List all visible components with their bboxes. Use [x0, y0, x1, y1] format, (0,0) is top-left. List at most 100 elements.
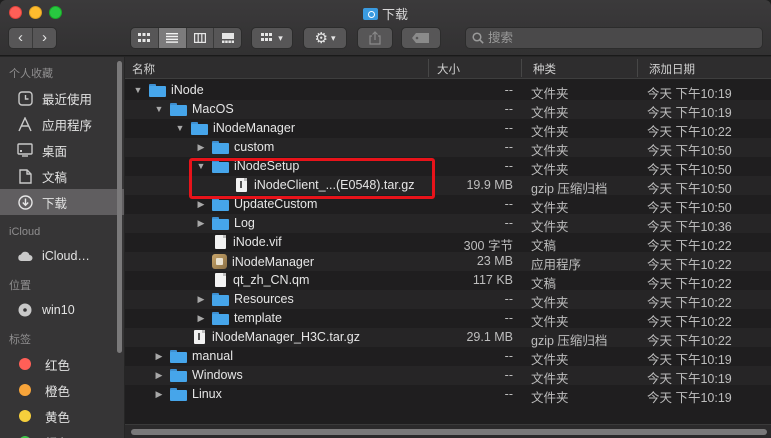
table-row[interactable]: ▼ iNode -- 文件夹 今天 下午10:19: [125, 81, 771, 101]
sidebar-item-tag-yellow[interactable]: 黄色: [0, 403, 124, 429]
document-icon: [215, 273, 226, 287]
sidebar-item-label: 桌面: [42, 144, 68, 159]
applications-icon: [16, 116, 34, 132]
column-header: 名称 大小 种类 添加日期: [125, 57, 771, 79]
sidebar-item-downloads[interactable]: 下载: [0, 189, 124, 215]
column-divider[interactable]: [637, 59, 638, 77]
file-name-cell: ▶ Windows: [153, 368, 243, 382]
sidebar-item-label: 下载: [42, 196, 68, 211]
file-name: qt_zh_CN.qm: [233, 273, 310, 287]
sidebar-item-label: 绿色: [45, 433, 70, 438]
sidebar-item-applications[interactable]: 应用程序: [0, 111, 124, 137]
sidebar-item-win10[interactable]: win10: [0, 297, 124, 323]
table-row[interactable]: ▶ Windows -- 文件夹 今天 下午10:19: [125, 366, 771, 386]
share-icon: [369, 31, 381, 45]
column-divider[interactable]: [521, 59, 522, 77]
disclosure-closed-icon[interactable]: ▶: [195, 294, 207, 305]
file-name: Windows: [192, 368, 243, 382]
folder-icon: [212, 311, 229, 325]
disclosure-open-icon[interactable]: ▼: [153, 104, 165, 114]
table-row[interactable]: qt_zh_CN.qm 117 KB 文稿 今天 下午10:22: [125, 271, 771, 291]
sidebar-item-tag-green[interactable]: 绿色: [0, 429, 124, 438]
gallery-icon: [221, 33, 234, 43]
file-size: --: [504, 102, 513, 116]
sidebar-item-tag-red[interactable]: 红色: [0, 351, 124, 377]
list-view-button[interactable]: [157, 28, 186, 48]
view-mode-group: [130, 27, 242, 49]
archive-icon: [194, 330, 205, 344]
table-row[interactable]: ▶ UpdateCustom -- 文件夹 今天 下午10:50: [125, 195, 771, 215]
table-row[interactable]: ▶ Linux -- 文件夹 今天 下午10:19: [125, 385, 771, 405]
gallery-view-button[interactable]: [213, 28, 241, 48]
folder-icon: [170, 349, 187, 363]
disclosure-closed-icon[interactable]: ▶: [195, 218, 207, 229]
gear-icon: ⚙: [314, 30, 328, 47]
search-field[interactable]: [465, 27, 763, 49]
tags-button[interactable]: [401, 27, 441, 49]
scrollbar-thumb[interactable]: [131, 429, 767, 435]
table-row[interactable]: ▼ iNodeSetup -- 文件夹 今天 下午10:50: [125, 157, 771, 177]
file-name-cell: ▶ Resources: [195, 292, 294, 306]
folder-icon: [212, 197, 229, 211]
table-row[interactable]: ▶ Resources -- 文件夹 今天 下午10:22: [125, 290, 771, 310]
table-row[interactable]: ▶ custom -- 文件夹 今天 下午10:50: [125, 138, 771, 158]
sidebar-item-label: 黄色: [45, 410, 71, 425]
column-date-added[interactable]: 添加日期: [649, 61, 695, 77]
folder-icon: [149, 83, 166, 97]
folder-icon: [212, 216, 229, 230]
icon-view-button[interactable]: [131, 28, 158, 48]
clock-icon: [16, 90, 34, 106]
disclosure-open-icon[interactable]: ▼: [174, 123, 186, 133]
column-name[interactable]: 名称: [132, 61, 155, 77]
folder-icon: [212, 140, 229, 154]
sidebar-item-recents[interactable]: 最近使用: [0, 85, 124, 111]
sidebar-item-tag-orange[interactable]: 橙色: [0, 377, 124, 403]
application-icon: [212, 254, 227, 269]
share-button[interactable]: [357, 27, 393, 49]
file-name: iNodeManager: [232, 254, 314, 269]
file-size: --: [504, 197, 513, 211]
column-view-button[interactable]: [185, 28, 214, 48]
sidebar-scrollbar[interactable]: [117, 61, 122, 353]
table-row[interactable]: ▼ MacOS -- 文件夹 今天 下午10:19: [125, 100, 771, 120]
table-row[interactable]: iNodeManager 23 MB 应用程序 今天 下午10:22: [125, 252, 771, 272]
file-name: Log: [234, 216, 255, 230]
sidebar-item-desktop[interactable]: 桌面: [0, 137, 124, 163]
disclosure-closed-icon[interactable]: ▶: [195, 199, 207, 210]
file-name-cell: ▶ Log: [195, 216, 255, 230]
column-size[interactable]: 大小: [437, 61, 460, 77]
disclosure-closed-icon[interactable]: ▶: [195, 142, 207, 153]
table-row[interactable]: ▼ iNodeManager -- 文件夹 今天 下午10:22: [125, 119, 771, 139]
back-button[interactable]: ‹: [9, 28, 32, 48]
file-name: iNodeManager: [213, 121, 295, 135]
sidebar-item-label: iCloud…: [42, 249, 90, 263]
file-size: --: [504, 349, 513, 363]
file-name-cell: ▶ template: [195, 311, 282, 325]
table-row[interactable]: iNodeManager_H3C.tar.gz 29.1 MB gzip 压缩归档今…: [125, 328, 771, 348]
table-row[interactable]: ▶ manual -- 文件夹 今天 下午10:19: [125, 347, 771, 367]
table-row[interactable]: iNodeClient_...(E0548).tar.gz 19.9 MB gzip…: [125, 176, 771, 196]
table-row[interactable]: ▶ Log -- 文件夹 今天 下午10:36: [125, 214, 771, 234]
disclosure-closed-icon[interactable]: ▶: [195, 313, 207, 324]
disclosure-closed-icon[interactable]: ▶: [153, 389, 165, 400]
disclosure-closed-icon[interactable]: ▶: [153, 370, 165, 381]
window-title-text: 下载: [381, 7, 408, 22]
sidebar-item-icloud-drive[interactable]: iCloud…: [0, 243, 124, 269]
sidebar-item-documents[interactable]: 文稿: [0, 163, 124, 189]
column-divider[interactable]: [428, 59, 429, 77]
file-name-cell: ▼ iNodeSetup: [195, 159, 300, 173]
table-row[interactable]: ▶ template -- 文件夹 今天 下午10:22: [125, 309, 771, 329]
table-row[interactable]: iNode.vif 300 字节 文稿 今天 下午10:22: [125, 233, 771, 253]
disclosure-open-icon[interactable]: ▼: [132, 85, 144, 95]
disclosure-open-icon[interactable]: ▼: [195, 161, 207, 171]
file-name: Resources: [234, 292, 294, 306]
action-menu-button[interactable]: ⚙ ▾: [303, 27, 347, 49]
disclosure-closed-icon[interactable]: ▶: [153, 351, 165, 362]
forward-button[interactable]: ›: [32, 28, 56, 48]
file-size: --: [504, 311, 513, 325]
column-kind[interactable]: 种类: [533, 61, 556, 77]
title-bar: 下载 ‹ › ▾ ⚙ ▾: [0, 0, 771, 56]
horizontal-scrollbar[interactable]: [125, 424, 771, 438]
search-input[interactable]: [488, 31, 738, 45]
group-by-button[interactable]: ▾: [251, 27, 293, 49]
